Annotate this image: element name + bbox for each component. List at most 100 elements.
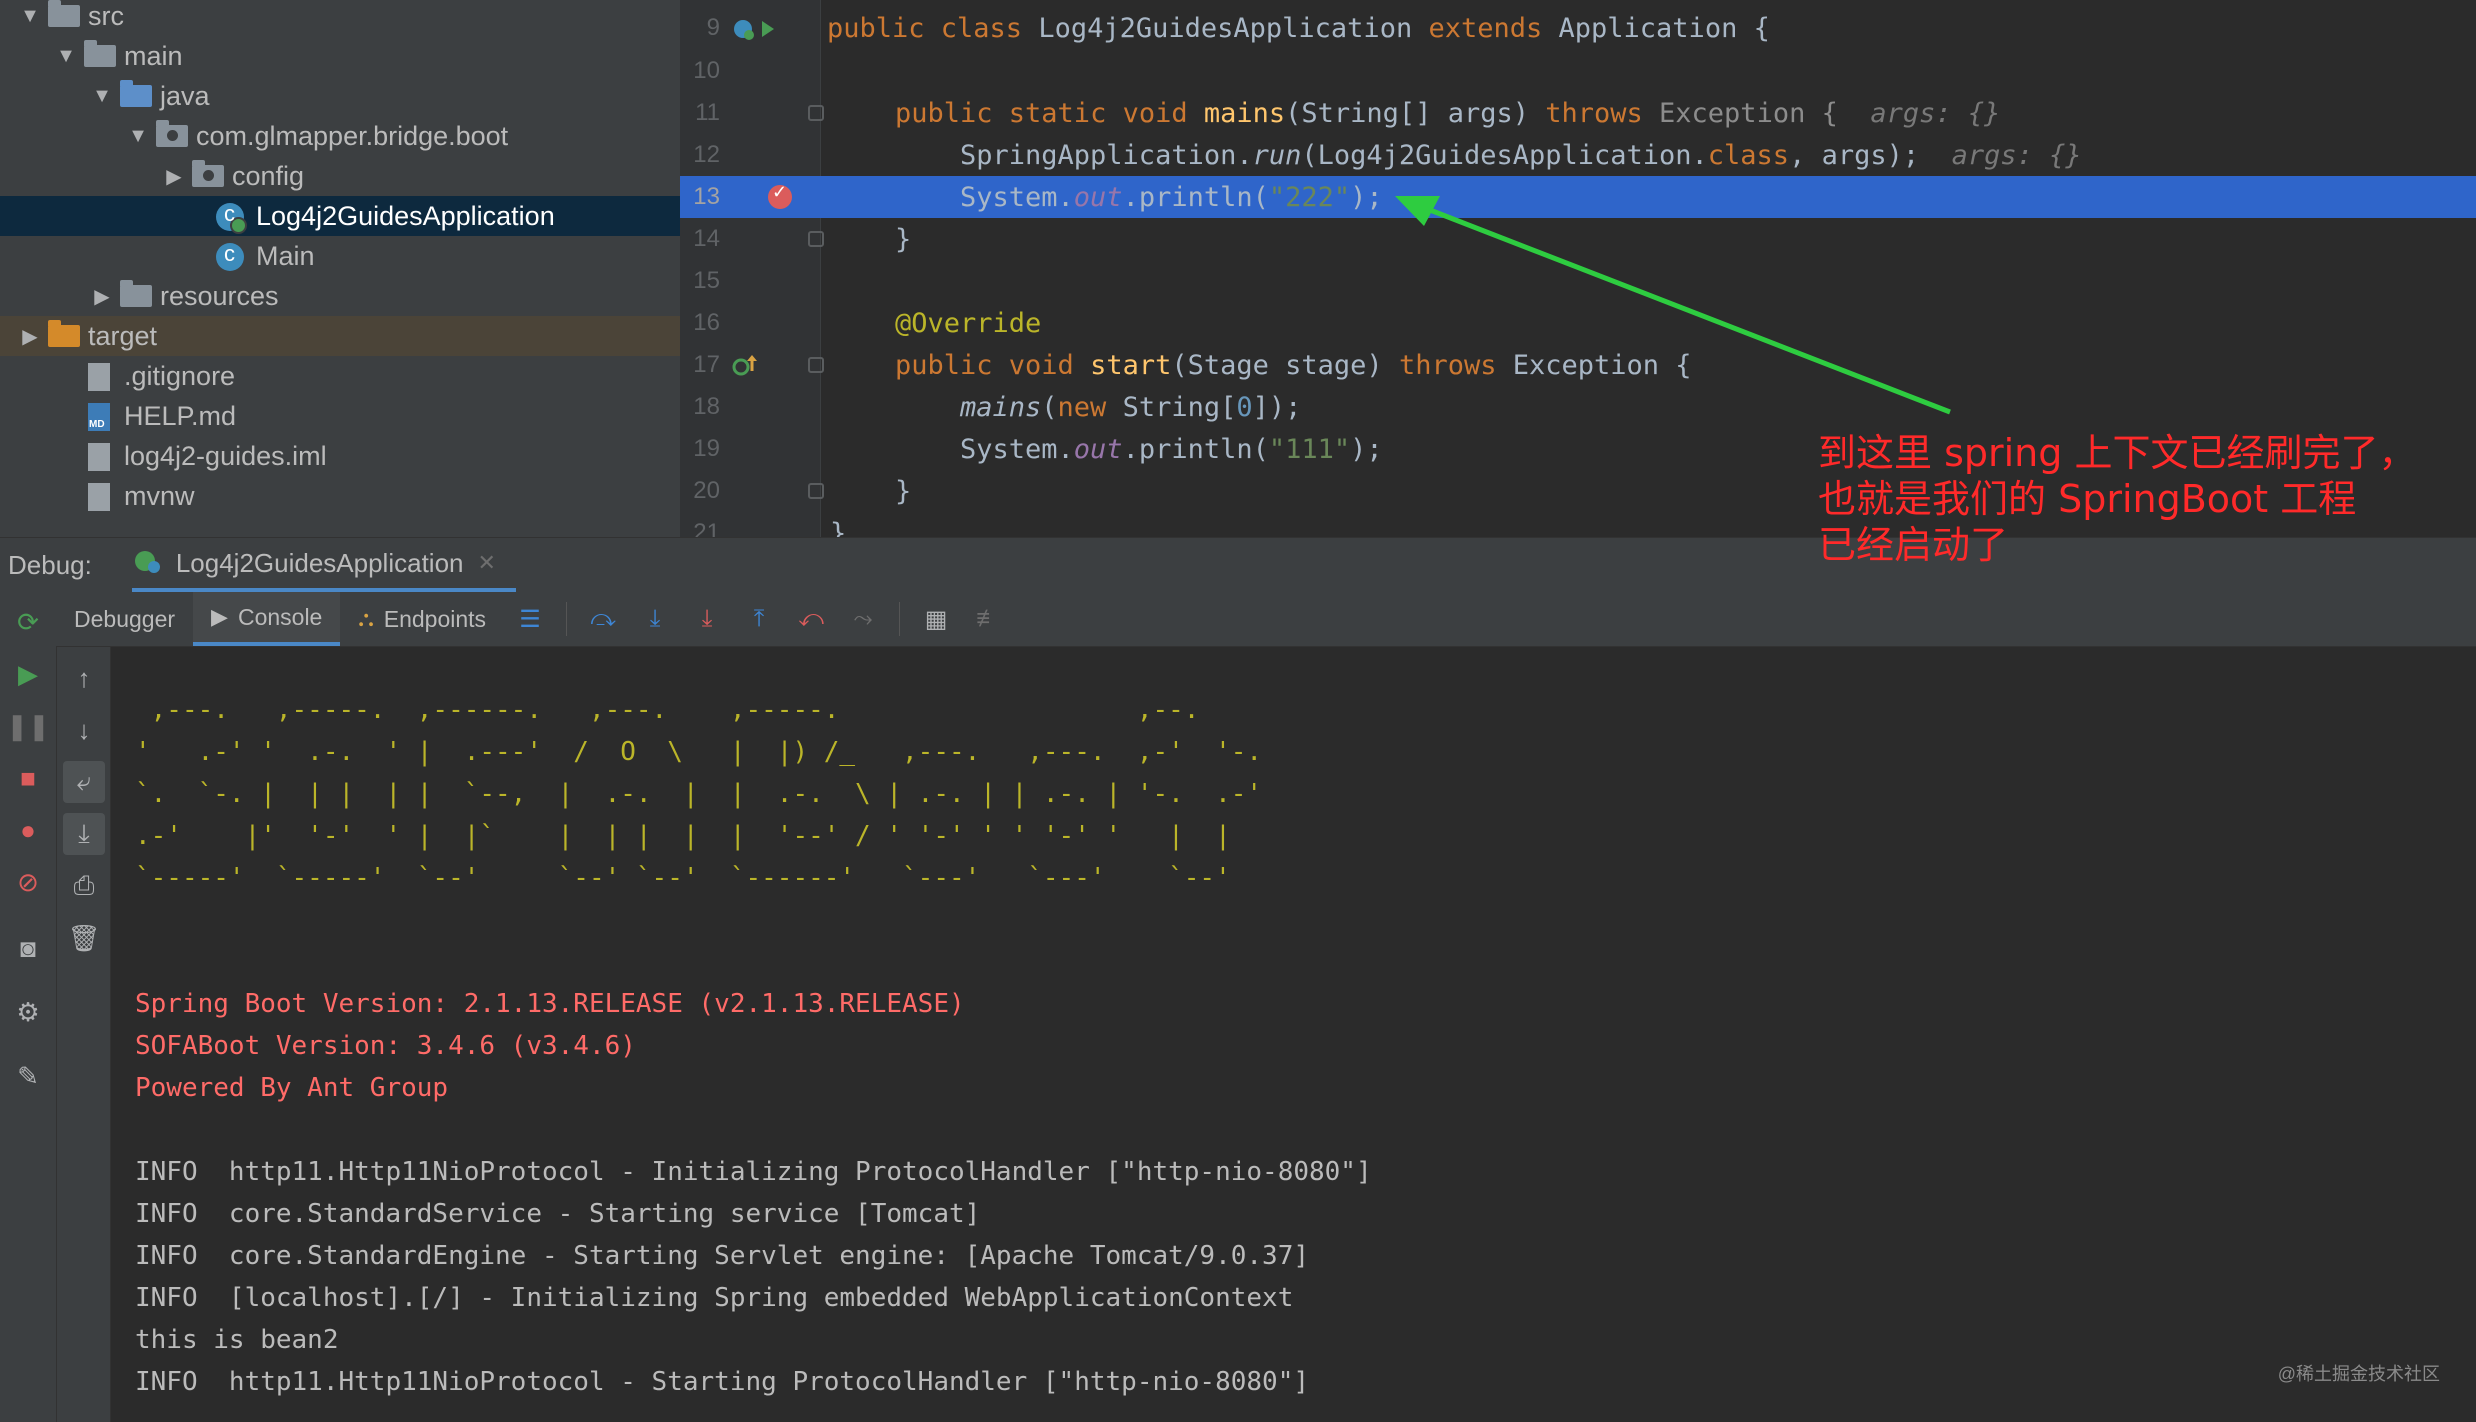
tab-endpoints[interactable]: ⛬ Endpoints — [340, 592, 504, 646]
stop-icon[interactable]: ■ — [8, 758, 48, 798]
tree-item[interactable]: ▶Log4j2GuidesApplication — [0, 196, 680, 236]
trash-icon[interactable]: 🗑 — [63, 917, 105, 959]
tree-item[interactable]: ▶HELP.md — [0, 396, 680, 436]
tree-item[interactable]: ▼ src — [0, 0, 680, 36]
endpoints-icon: ⛬ — [358, 606, 374, 631]
debug-label: Debug: — [8, 549, 92, 580]
code-line-9[interactable]: 9 public class Log4j2GuidesApplication e… — [680, 7, 2476, 49]
annotation-line: 已经启动了 — [1818, 523, 2009, 567]
chevron-down-icon[interactable]: ▼ — [54, 45, 78, 68]
tree-item[interactable]: ▶ config — [0, 156, 680, 196]
tree-item-label: main — [124, 40, 183, 71]
pin-icon[interactable]: ✎ — [8, 1056, 48, 1096]
banner-line: ' .-' ' .-. ' | .---' / O \ | |) /_ ,---… — [135, 737, 1278, 767]
tree-item-label: target — [88, 320, 158, 351]
rerun-icon[interactable]: ⟳ — [8, 602, 48, 642]
code-line-17[interactable]: 17 public void start(Stage stage) throws… — [680, 344, 2476, 386]
line-number: 9 — [706, 14, 720, 41]
fold-marker-icon[interactable] — [808, 483, 824, 499]
toolbar-separator — [899, 602, 901, 636]
log-line: INFO core.StandardService - Starting ser… — [135, 1199, 981, 1229]
java-class-icon — [216, 241, 248, 271]
breakpoint-icon[interactable] — [768, 182, 792, 209]
run-class-icon[interactable] — [732, 16, 774, 40]
console-icon: ▶ — [211, 604, 228, 629]
debug-session-tab[interactable]: Log4j2GuidesApplication ✕ — [131, 538, 516, 592]
settings-gear-icon[interactable]: ⚙ — [8, 992, 48, 1032]
tab-debugger[interactable]: Debugger — [56, 592, 193, 646]
step-out-icon[interactable]: ⤒ — [739, 599, 779, 639]
tab-console[interactable]: ▶ Console — [193, 592, 341, 646]
view-breakpoints-icon[interactable]: ● — [8, 810, 48, 850]
close-icon[interactable]: ✕ — [478, 550, 496, 576]
chevron-right-icon[interactable]: ▶ — [162, 164, 186, 189]
tree-item-label: java — [160, 80, 210, 111]
evaluate-expression-icon[interactable]: ▦ — [916, 599, 956, 639]
pause-icon[interactable]: ❚❚ — [6, 706, 50, 746]
override-icon[interactable] — [732, 353, 757, 377]
code-line-13-current[interactable]: 13 System.out.println("222"); — [680, 176, 2476, 218]
code-text: SpringApplication.run(Log4j2GuidesApplic… — [960, 139, 2082, 171]
tree-item-label: HELP.md — [124, 400, 237, 431]
console-output[interactable]: ,---. ,-----. ,------. ,---. ,-----. ,--… — [111, 647, 2476, 1422]
run-to-cursor-icon[interactable]: ⤳ — [843, 599, 883, 639]
chevron-down-icon[interactable]: ▼ — [90, 85, 114, 108]
folder-icon — [120, 280, 152, 309]
tree-item[interactable]: ▼ java — [0, 76, 680, 116]
force-step-into-icon[interactable]: ⤓ — [687, 599, 727, 639]
arrow-down-icon[interactable]: ↓ — [63, 709, 105, 751]
code-line-15[interactable]: 15 — [680, 260, 2476, 302]
trace-icon[interactable]: ≢ — [968, 599, 1008, 639]
code-line-10[interactable]: 10 — [680, 50, 2476, 92]
code-line-12[interactable]: 12 SpringApplication.run(Log4j2GuidesApp… — [680, 134, 2476, 176]
fold-marker-icon[interactable] — [808, 231, 824, 247]
drop-frame-icon[interactable]: ⤺ — [791, 599, 831, 639]
code-text: public class Log4j2GuidesApplication ext… — [827, 12, 1770, 44]
tree-item[interactable]: ▼ com.glmapper.bridge.boot — [0, 116, 680, 156]
tree-item[interactable]: ▶log4j2-guides.iml — [0, 436, 680, 476]
soft-wrap-icon[interactable]: ⤶ — [63, 761, 105, 803]
fold-marker-icon[interactable] — [808, 105, 824, 121]
show-frames-icon[interactable]: ☰ — [510, 599, 550, 639]
fold-marker-icon[interactable] — [808, 357, 824, 373]
print-icon[interactable]: ⎙ — [63, 865, 105, 907]
line-number: 19 — [693, 435, 720, 462]
tree-item[interactable]: ▶ target — [0, 316, 680, 356]
tree-item[interactable]: ▶.gitignore — [0, 356, 680, 396]
code-line-11[interactable]: 11 public static void mains(String[] arg… — [680, 92, 2476, 134]
annotation-line: 到这里 spring 上下文已经刷完了， — [1818, 431, 2417, 475]
code-text: @Override — [895, 307, 1042, 339]
version-line: Powered By Ant Group — [135, 1073, 449, 1103]
line-number: 15 — [693, 267, 720, 294]
annotation-line: 也就是我们的 SpringBoot 工程 — [1818, 477, 2357, 521]
arrow-up-icon[interactable]: ↑ — [63, 657, 105, 699]
tree-item[interactable]: ▶Main — [0, 236, 680, 276]
mute-breakpoints-icon[interactable]: ⊘ — [8, 862, 48, 902]
chevron-down-icon[interactable]: ▼ — [18, 5, 42, 28]
tree-item[interactable]: ▼ main — [0, 36, 680, 76]
code-line-18[interactable]: 18 mains(new String[0]); — [680, 386, 2476, 428]
folder-icon — [48, 0, 80, 29]
step-into-icon[interactable]: ⤓ — [635, 599, 675, 639]
line-number: 10 — [693, 57, 720, 84]
chevron-right-icon[interactable]: ▶ — [18, 324, 42, 349]
step-over-icon[interactable]: ⤼ — [583, 599, 623, 639]
log-line: INFO http11.Http11NioProtocol - Initiali… — [135, 1157, 1372, 1187]
code-line-14[interactable]: 14 } — [680, 218, 2476, 260]
version-line: Spring Boot Version: 2.1.13.RELEASE (v2.… — [135, 989, 965, 1019]
tree-item[interactable]: ▶ resources — [0, 276, 680, 316]
chevron-down-icon[interactable]: ▼ — [126, 125, 150, 148]
chevron-right-icon[interactable]: ▶ — [90, 284, 114, 309]
line-number: 11 — [695, 99, 720, 126]
scroll-to-end-icon[interactable]: ⤓ — [63, 813, 105, 855]
log-line: INFO http11.Http11NioProtocol - Starting… — [135, 1367, 1309, 1397]
tree-item[interactable]: ▶mvnw — [0, 476, 680, 516]
banner-line: `-----' `-----' `--' `--' `--' `------' … — [135, 863, 1278, 893]
debug-session-title: Log4j2GuidesApplication — [175, 547, 464, 578]
camera-icon[interactable]: ◙ — [8, 928, 48, 968]
file-icon — [84, 403, 116, 431]
resume-icon[interactable]: ▶ — [8, 654, 48, 694]
code-line-16[interactable]: 16 @Override — [680, 302, 2476, 344]
debug-toolbar: Debugger ▶ Console ⛬ Endpoints ☰ ⤼ ⤓ ⤓ ⤒… — [56, 592, 2476, 647]
package-icon — [192, 160, 224, 189]
